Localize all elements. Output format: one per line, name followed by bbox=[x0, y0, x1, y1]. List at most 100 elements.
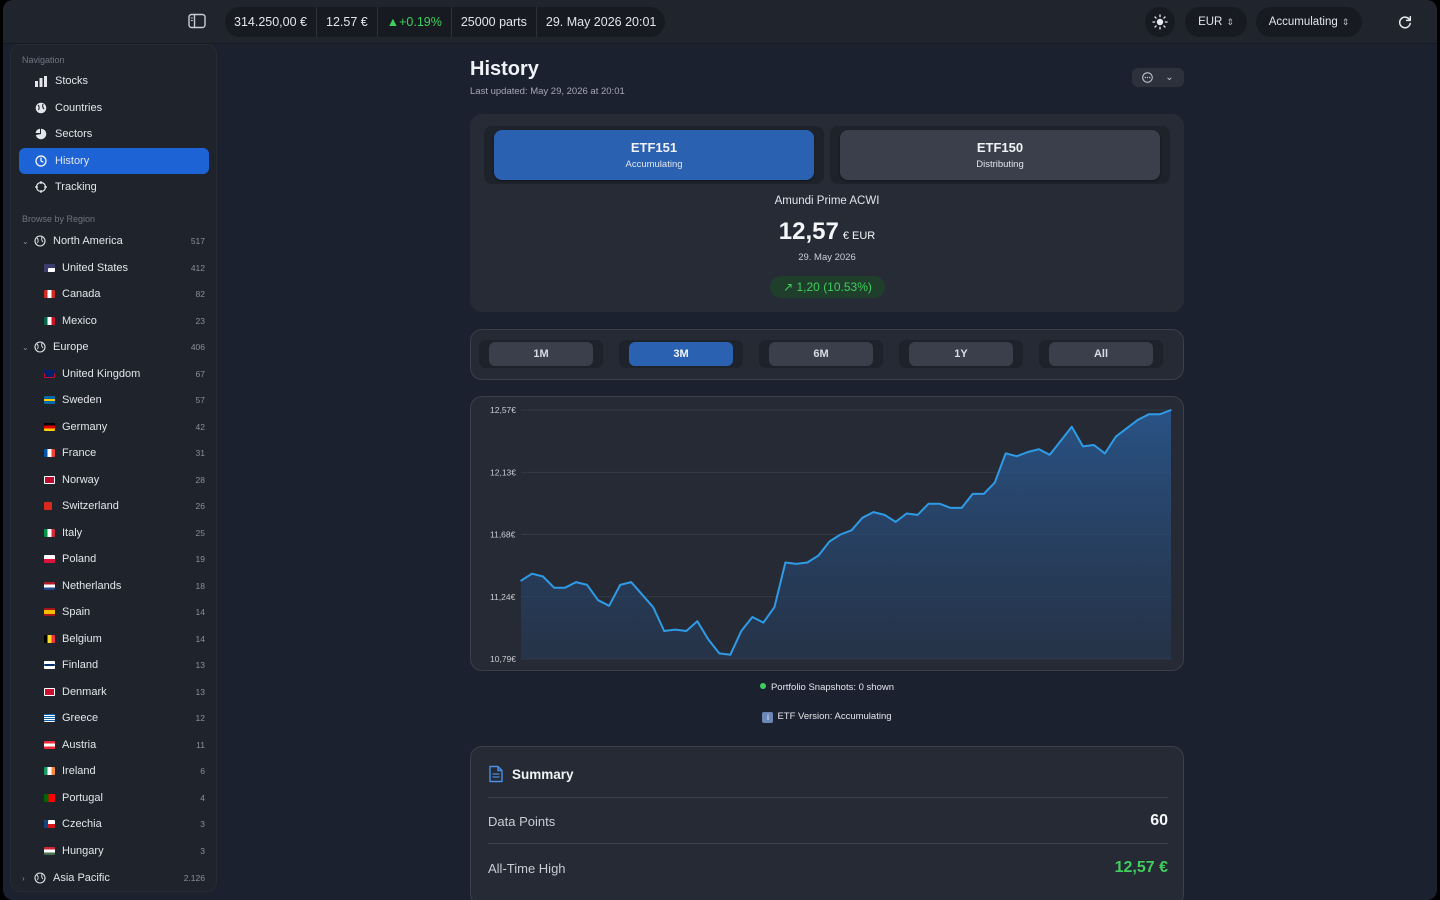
country-item[interactable]: United States 412 bbox=[19, 256, 209, 280]
etf-tab-name: ETF151 bbox=[630, 140, 678, 155]
data-point bbox=[949, 507, 952, 509]
fund-name: Amundi Prime ACWI bbox=[774, 195, 880, 207]
country-item[interactable]: United Kingdom 67 bbox=[19, 362, 209, 386]
country-item[interactable]: Netherlands 18 bbox=[19, 574, 209, 598]
data-point bbox=[1159, 413, 1161, 415]
country-item[interactable]: Hungary 3 bbox=[19, 839, 209, 863]
country-count: 4 bbox=[200, 793, 205, 803]
country-label: Mexico bbox=[62, 315, 97, 327]
etf-tab-etf151[interactable]: ETF151 Accumulating bbox=[484, 126, 824, 184]
summary-row-value: 12,57 € bbox=[1114, 859, 1168, 876]
theme-toggle-button[interactable] bbox=[1145, 7, 1175, 37]
country-item[interactable]: Sweden 57 bbox=[19, 388, 209, 412]
flag-icon bbox=[44, 767, 55, 775]
flag-icon bbox=[44, 370, 55, 378]
data-point bbox=[762, 621, 765, 624]
region-north-america[interactable]: ⌄ North America 517 bbox=[19, 229, 209, 253]
currency-label: EUR bbox=[1198, 16, 1223, 28]
country-item[interactable]: Belgium 14 bbox=[19, 627, 209, 651]
country-item[interactable]: Austria 11 bbox=[19, 733, 209, 757]
country-item[interactable]: Germany 42 bbox=[19, 415, 209, 439]
country-count: 14 bbox=[195, 634, 205, 644]
country-item[interactable]: Denmark 13 bbox=[19, 680, 209, 704]
country-count: 11 bbox=[196, 740, 205, 750]
country-item[interactable]: Portugal 4 bbox=[19, 786, 209, 810]
country-count: 3 bbox=[200, 846, 205, 856]
data-point bbox=[674, 628, 677, 631]
data-point bbox=[685, 630, 688, 632]
nav-item-sectors[interactable]: Sectors bbox=[19, 121, 209, 147]
data-point bbox=[1170, 409, 1172, 411]
country-item[interactable]: France 31 bbox=[19, 441, 209, 465]
y-tick-label: 11,68€ bbox=[490, 530, 516, 540]
country-label: Portugal bbox=[62, 792, 103, 804]
range-1m[interactable]: 1M bbox=[479, 340, 603, 368]
country-item[interactable]: Mexico 23 bbox=[19, 309, 209, 333]
country-count: 42 bbox=[195, 422, 205, 432]
options-menu-button[interactable]: ⌄ bbox=[1132, 68, 1184, 87]
range-all[interactable]: All bbox=[1039, 340, 1163, 368]
region-label: Europe bbox=[53, 341, 89, 353]
chevron-updown-icon: ⇕ bbox=[1341, 16, 1350, 27]
country-label: Sweden bbox=[62, 394, 102, 406]
country-count: 13 bbox=[195, 687, 205, 697]
data-point bbox=[1004, 452, 1007, 455]
portfolio-value: 314.250,00 € bbox=[225, 7, 317, 37]
region-asia-pacific[interactable]: › Asia Pacific 2.126 bbox=[19, 866, 209, 890]
country-item[interactable]: Ireland 6 bbox=[19, 759, 209, 783]
country-item[interactable]: Poland 19 bbox=[19, 547, 209, 571]
etf-tab-etf150[interactable]: ETF150 Distributing bbox=[830, 126, 1170, 184]
country-count: 6 bbox=[200, 766, 205, 776]
data-point bbox=[806, 561, 809, 564]
nav-item-label: History bbox=[55, 155, 90, 167]
nav-item-stocks[interactable]: Stocks bbox=[19, 68, 209, 94]
country-count: 23 bbox=[195, 316, 205, 326]
country-label: United Kingdom bbox=[62, 368, 141, 380]
country-count: 3 bbox=[200, 819, 205, 829]
country-item[interactable]: Greece 12 bbox=[19, 706, 209, 730]
data-point bbox=[850, 529, 853, 532]
data-point bbox=[1026, 451, 1029, 453]
globe-icon bbox=[34, 341, 46, 353]
nav-item-history[interactable]: History bbox=[19, 148, 209, 174]
nav-item-countries[interactable]: Countries bbox=[19, 95, 209, 121]
etf-card: ETF151 Accumulating ETF150 Distributing … bbox=[470, 114, 1184, 312]
data-point bbox=[531, 572, 533, 575]
country-label: Canada bbox=[62, 288, 101, 300]
range-6m[interactable]: 6M bbox=[759, 340, 883, 368]
currency-select[interactable]: EUR ⇕ bbox=[1185, 7, 1247, 37]
data-point bbox=[1115, 435, 1117, 438]
globe-icon bbox=[34, 101, 48, 115]
last-updated: Last updated: May 29, 2026 at 20:01 bbox=[470, 86, 625, 97]
data-point bbox=[883, 514, 886, 516]
country-item[interactable]: Czechia 3 bbox=[19, 812, 209, 836]
data-point bbox=[1071, 425, 1073, 428]
version-select[interactable]: Accumulating ⇕ bbox=[1256, 7, 1362, 37]
data-point bbox=[520, 579, 522, 582]
range-1y[interactable]: 1Y bbox=[899, 340, 1023, 368]
region-label: Asia Pacific bbox=[53, 872, 110, 884]
country-item[interactable]: Switzerland 26 bbox=[19, 494, 209, 518]
country-item[interactable]: Norway 28 bbox=[19, 468, 209, 492]
region-europe[interactable]: ⌄ Europe 406 bbox=[19, 335, 209, 359]
range-3m[interactable]: 3M bbox=[619, 340, 743, 368]
chevron-right-icon: › bbox=[22, 873, 25, 883]
legend-version-label: ETF Version: Accumulating bbox=[777, 711, 892, 722]
price-chart: 12,57€ 12,13€ 11,68€ 11,24€ 10,79€ bbox=[470, 396, 1184, 671]
country-item[interactable]: Finland 13 bbox=[19, 653, 209, 677]
country-item[interactable]: Spain 14 bbox=[19, 600, 209, 624]
data-point bbox=[652, 606, 655, 609]
refresh-button[interactable] bbox=[1383, 7, 1427, 37]
range-label: 6M bbox=[769, 342, 873, 366]
flag-icon bbox=[44, 635, 55, 643]
country-item[interactable]: Italy 25 bbox=[19, 521, 209, 545]
data-point bbox=[1015, 455, 1018, 457]
country-item[interactable]: Canada 82 bbox=[19, 282, 209, 306]
data-point bbox=[1104, 452, 1106, 455]
data-point bbox=[751, 616, 754, 618]
data-point bbox=[641, 593, 643, 596]
data-point bbox=[993, 481, 996, 484]
nav-item-label: Tracking bbox=[55, 181, 97, 193]
nav-item-tracking[interactable]: Tracking bbox=[19, 174, 209, 200]
sidebar-toggle-icon[interactable] bbox=[188, 13, 206, 29]
